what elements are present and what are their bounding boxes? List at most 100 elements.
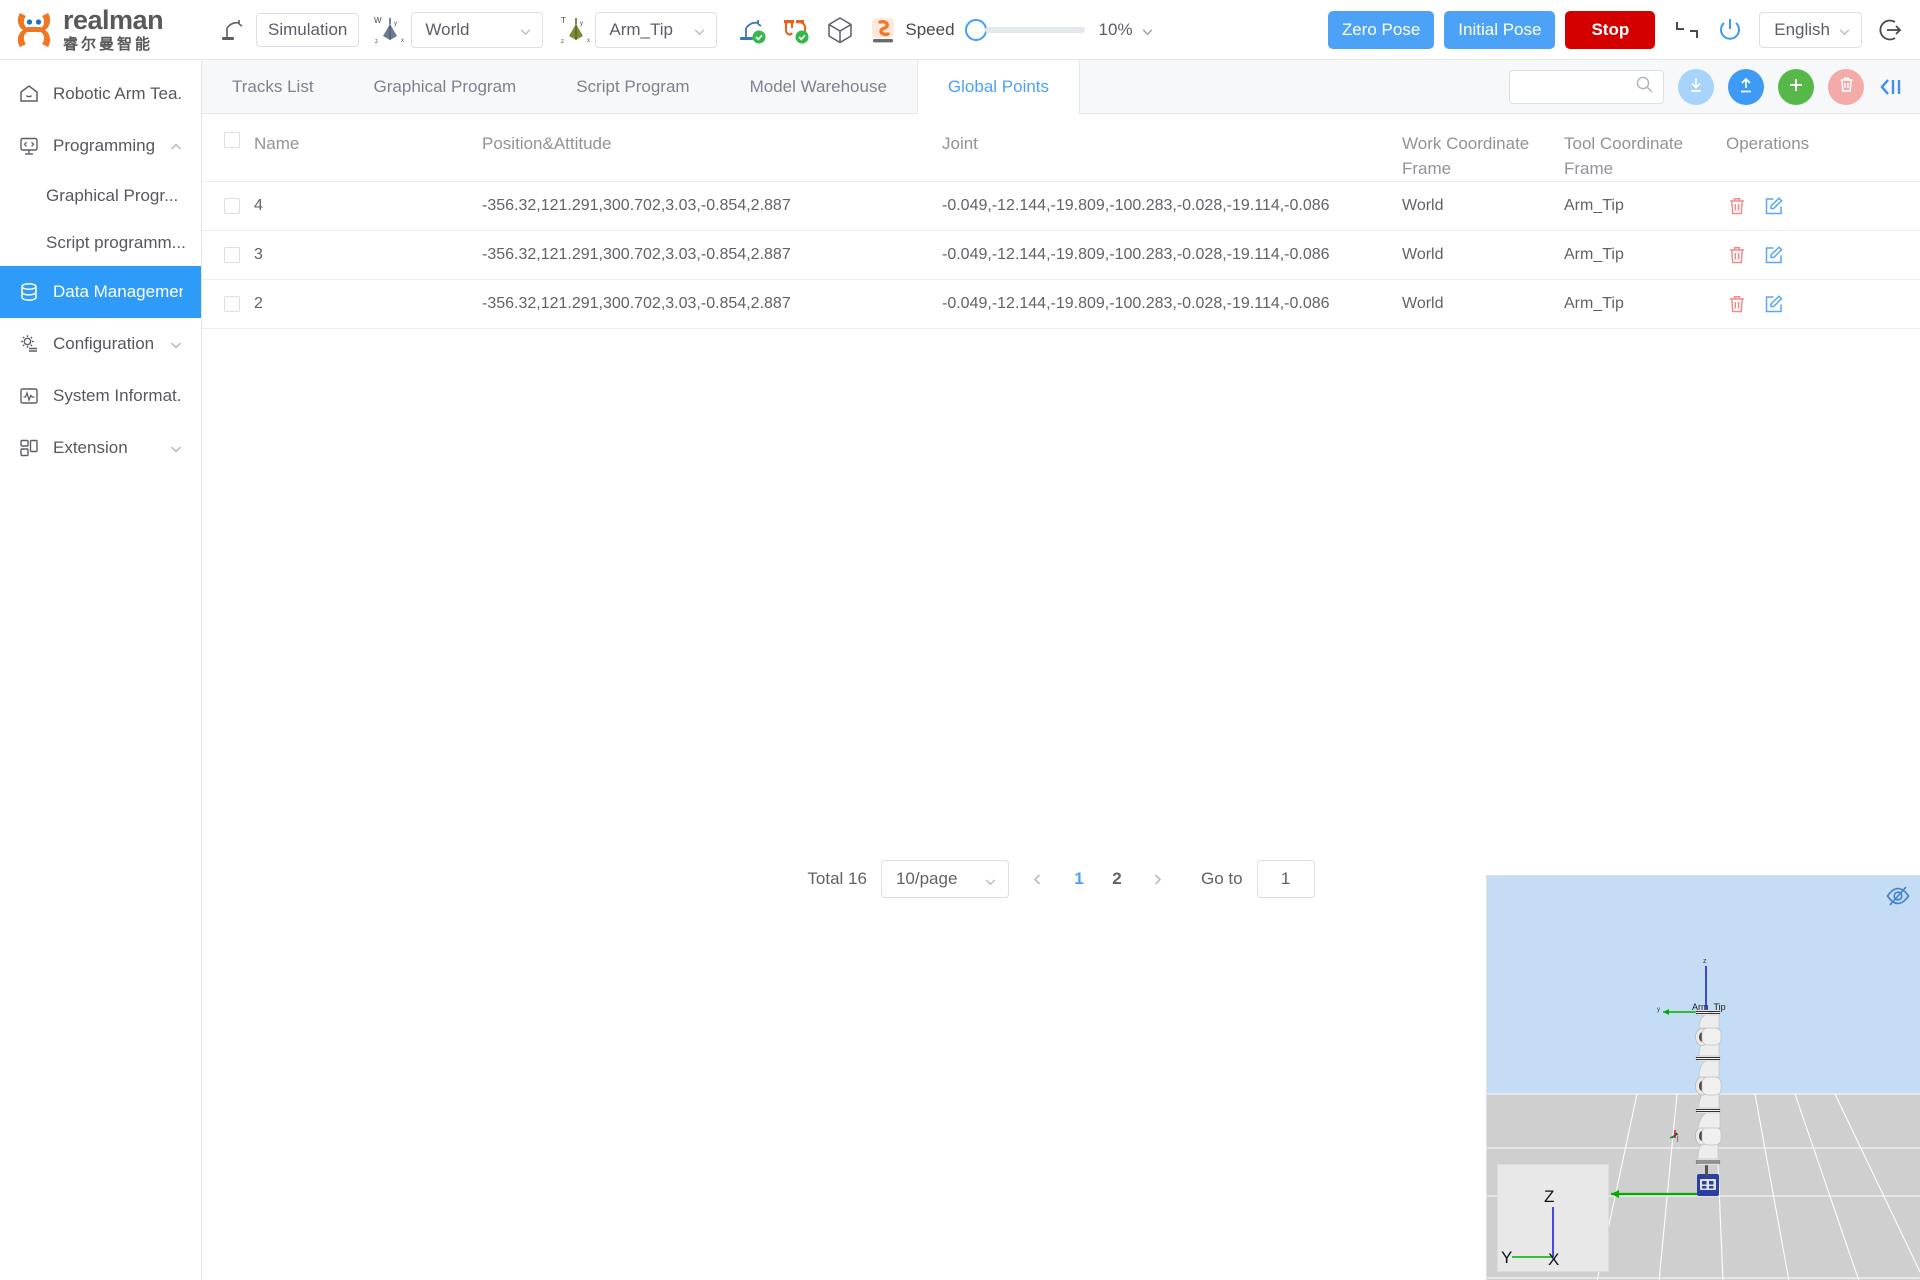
svg-text:W: W (374, 16, 382, 25)
power-icon[interactable] (1715, 15, 1745, 45)
select-all-cell (202, 132, 254, 148)
row-checkbox[interactable] (224, 198, 240, 214)
plus-icon (1786, 75, 1806, 100)
controller-connected-icon[interactable] (737, 15, 769, 45)
cell-operations (1726, 195, 1886, 217)
sidebar-subitem-label: Script programm... (46, 232, 186, 252)
cell-tool-frame: Arm_Tip (1564, 295, 1624, 312)
row-edit-icon[interactable] (1763, 244, 1785, 266)
column-header-joint: Joint (942, 134, 978, 153)
sidebar-item-programming[interactable]: Programming (0, 120, 201, 172)
cell-work-frame: World (1402, 246, 1444, 263)
axis-label-z: Z (1544, 1187, 1554, 1206)
brand-name-cn: 睿尔曼智能 (63, 36, 154, 53)
row-delete-icon[interactable] (1726, 195, 1748, 217)
svg-text:z: z (1703, 958, 1707, 965)
column-header-position: Position&Attitude (482, 134, 612, 153)
cube-model-icon[interactable] (825, 15, 855, 45)
tool-frame-select[interactable]: Arm_Tip (595, 11, 718, 48)
select-all-checkbox[interactable] (224, 132, 240, 148)
tab-global-points[interactable]: Global Points (916, 60, 1081, 114)
svg-text:y: y (394, 21, 397, 27)
table-row[interactable]: 4 -356.32,121.291,300.702,3.03,-0.854,2.… (202, 182, 1920, 231)
prev-page-button[interactable] (1023, 864, 1053, 894)
sidebar-item-label: Programming (53, 136, 156, 155)
goto-page-input[interactable] (1256, 860, 1315, 898)
sidebar-item-data-management[interactable]: Data Management (0, 266, 201, 318)
cell-tool-frame: Arm_Tip (1564, 246, 1624, 263)
row-delete-icon[interactable] (1726, 293, 1748, 315)
zero-pose-button[interactable]: Zero Pose (1327, 10, 1435, 49)
robot-arm-icon[interactable] (867, 15, 899, 45)
chevron-down-icon (1838, 23, 1851, 36)
speed-value-dropdown[interactable]: 10% (1099, 20, 1154, 40)
logout-icon[interactable] (1876, 15, 1906, 45)
tab-script-program[interactable]: Script Program (546, 60, 719, 113)
svg-text:T: T (561, 16, 566, 25)
tab-tracks-list[interactable]: Tracks List (202, 60, 344, 113)
collapse-panel-icon[interactable] (1878, 75, 1904, 99)
row-checkbox[interactable] (224, 247, 240, 263)
upload-button[interactable] (1728, 69, 1764, 105)
sidebar-item-label: Robotic Arm Tea... (53, 84, 183, 103)
row-edit-icon[interactable] (1763, 293, 1785, 315)
search-box[interactable] (1509, 70, 1664, 104)
teach-pendant-icon[interactable] (218, 15, 248, 45)
speed-slider[interactable] (964, 18, 1085, 41)
svg-text:x: x (587, 38, 590, 44)
sidebar-item-extension[interactable]: Extension (0, 422, 201, 474)
sidebar-item-label: System Informat... (53, 386, 183, 405)
svg-text:y: y (1657, 1007, 1660, 1013)
eye-hidden-icon[interactable] (1885, 883, 1911, 909)
row-checkbox[interactable] (224, 296, 240, 312)
sidebar-item-robotic-arm-teaching[interactable]: Robotic Arm Tea... (0, 68, 201, 120)
cell-position: -356.32,121.291,300.702,3.03,-0.854,2.88… (482, 197, 791, 214)
search-icon[interactable] (1635, 75, 1654, 99)
row-select-cell (202, 296, 254, 312)
delete-button[interactable] (1828, 69, 1864, 105)
next-page-button[interactable] (1143, 864, 1173, 894)
tab-graphical-program[interactable]: Graphical Program (344, 60, 547, 113)
cell-name: 2 (254, 295, 263, 312)
page-size-value: 10/page (895, 869, 958, 888)
row-edit-icon[interactable] (1763, 195, 1785, 217)
robot-3d-viewport[interactable]: j z y Arm_Tip Z Y X (1486, 875, 1920, 1280)
sidebar-subitem-graphical-programming[interactable]: Graphical Progr... (0, 172, 201, 219)
chevron-down-icon (693, 23, 706, 36)
page-number-1[interactable]: 1 (1067, 869, 1091, 889)
page-size-select[interactable]: 10/page (880, 860, 1009, 898)
table-row[interactable]: 3 -356.32,121.291,300.702,3.03,-0.854,2.… (202, 231, 1920, 280)
collapse-corner-icon[interactable] (1673, 17, 1701, 43)
work-frame-select[interactable]: World (411, 11, 544, 48)
sidebar-item-label: Data Management (53, 282, 183, 301)
mode-indicator[interactable]: Simulation (256, 12, 360, 47)
download-button[interactable] (1678, 69, 1714, 105)
code-monitor-icon (18, 135, 40, 157)
sidebar-item-label: Configuration (53, 334, 155, 353)
upload-icon (1736, 75, 1756, 100)
row-delete-icon[interactable] (1726, 244, 1748, 266)
cell-tool-frame: Arm_Tip (1564, 197, 1624, 214)
sidebar-subitem-script-programming[interactable]: Script programm... (0, 219, 201, 266)
cell-joint: -0.049,-12.144,-19.809,-100.283,-0.028,-… (942, 246, 1330, 263)
add-button[interactable] (1778, 69, 1814, 105)
chevron-down-icon (169, 337, 183, 351)
column-header-tool-frame: Tool Coordinate Frame (1564, 134, 1684, 178)
speed-slider-track[interactable] (984, 26, 1085, 33)
row-select-cell (202, 198, 254, 214)
axis-indicator-widget: Z Y X (1497, 1164, 1609, 1272)
sidebar-item-configuration[interactable]: Configuration (0, 318, 201, 370)
speed-label: Speed (905, 19, 955, 39)
table-row[interactable]: 2 -356.32,121.291,300.702,3.03,-0.854,2.… (202, 280, 1920, 329)
language-select[interactable]: English (1759, 11, 1862, 48)
page-number-2[interactable]: 2 (1105, 869, 1129, 889)
goto-label: Go to (1200, 869, 1243, 888)
chevron-down-icon (519, 23, 532, 36)
tab-model-warehouse[interactable]: Model Warehouse (720, 60, 917, 113)
initial-pose-button[interactable]: Initial Pose (1444, 10, 1556, 49)
speed-slider-handle[interactable] (964, 18, 987, 41)
sidebar-item-system-information[interactable]: System Informat... (0, 370, 201, 422)
search-input[interactable] (1519, 78, 1635, 96)
cable-connected-icon[interactable] (781, 15, 813, 45)
stop-button[interactable]: Stop (1565, 10, 1656, 49)
